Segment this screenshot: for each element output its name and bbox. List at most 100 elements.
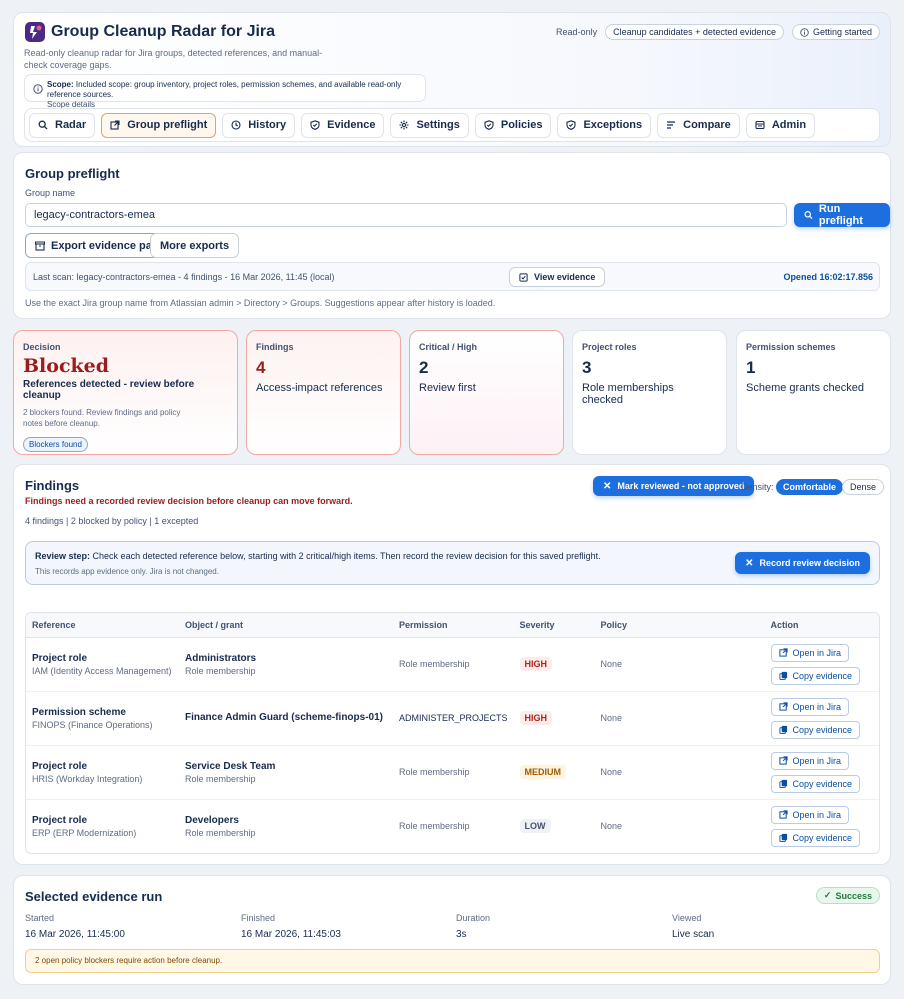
field-value: Live scan [672, 929, 715, 940]
more-exports-button[interactable]: More exports [150, 233, 240, 258]
shield-check-icon [310, 120, 320, 130]
view-evidence-label: View evidence [534, 272, 596, 282]
main-nav: Radar Group preflight History Evidence S… [24, 108, 880, 142]
success-label: Success [835, 890, 872, 901]
reference-project: ERP (ERP Modernization) [32, 827, 137, 838]
copy-evidence-button[interactable]: Copy evidence [770, 666, 861, 685]
findings-stat-value: 4 [256, 358, 266, 377]
shield-check-icon [566, 120, 576, 130]
table-row: Project role HRIS (Workday Integration) S… [26, 745, 879, 800]
critical-stat-value: 2 [419, 358, 429, 377]
copy-evidence-button[interactable]: Copy evidence [770, 774, 861, 793]
policy-cell: None [594, 745, 765, 800]
evidence-field: Finished 16 Mar 2026, 11:45:03 [241, 913, 341, 940]
object-sub: Role membership [185, 827, 256, 838]
findings-card: Findings 4 Access-impact references [246, 330, 401, 455]
roles-stat-value: 3 [582, 358, 592, 377]
mode-badge: Cleanup candidates + detected evidence [605, 24, 784, 40]
tab-compare[interactable]: Compare [657, 112, 740, 138]
header-card: Group Cleanup Radar for Jira Read-only c… [13, 12, 891, 147]
open-in-jira-button[interactable]: Open in Jira [770, 805, 850, 824]
open-in-jira-button[interactable]: Open in Jira [770, 751, 850, 770]
view-evidence-button[interactable]: View evidence [509, 267, 606, 287]
info-icon [800, 27, 809, 37]
admin-icon [755, 120, 765, 130]
tab-history[interactable]: History [222, 112, 296, 138]
object-sub: Role membership [185, 773, 256, 784]
success-badge: ✓ Success [815, 887, 880, 904]
findings-stat-label: Findings [256, 342, 294, 352]
preflight-title: Group preflight [25, 166, 120, 181]
close-icon: ✕ [745, 557, 754, 569]
field-value: 16 Mar 2026, 11:45:03 [241, 929, 341, 940]
scope-box: Scope: Included scope: group inventory, … [24, 74, 426, 109]
action-cell: Open in Jira Copy evidence [764, 745, 879, 800]
check-icon: ✓ [823, 890, 832, 900]
column-header: Reference [26, 613, 179, 638]
copy-evidence-label: Copy evidence [792, 832, 853, 843]
roles-stat-label: Project roles [582, 342, 637, 352]
reference-cell: Project role HRIS (Workday Integration) [26, 745, 179, 800]
reference-project: FINOPS (Finance Operations) [32, 719, 153, 730]
reference-project: HRIS (Workday Integration) [32, 773, 143, 784]
policy-cell: None [594, 691, 765, 746]
copy-evidence-button[interactable]: Copy evidence [770, 720, 861, 739]
field-value: 16 Mar 2026, 11:45:00 [25, 929, 125, 940]
close-icon: ✕ [603, 480, 612, 492]
open-in-jira-button[interactable]: Open in Jira [770, 643, 850, 662]
schemes-stat-value: 1 [746, 358, 756, 377]
group-name-input[interactable] [25, 203, 787, 227]
tab-settings[interactable]: Settings [390, 112, 469, 138]
run-preflight-button[interactable]: Run preflight [794, 203, 890, 227]
reference-cell: Project role IAM (Identity Access Managem… [26, 637, 179, 692]
review-step-note: This records app evidence only. Jira is … [35, 567, 219, 576]
record-review-button[interactable]: ✕ Record review decision [735, 552, 870, 574]
decision-value: Blocked [23, 355, 110, 377]
reference-type: Project role [32, 652, 88, 664]
info-icon [33, 84, 43, 94]
record-review-label: Record review decision [759, 558, 860, 568]
findings-stat-sub: Access-impact references [256, 382, 383, 394]
copy-icon [778, 834, 787, 843]
reference-cell: Permission scheme FINOPS (Finance Operati… [26, 691, 179, 746]
density-comfortable-button[interactable]: Comfortable [776, 479, 844, 495]
permission-cell: Role membership [399, 821, 470, 832]
column-header: Permission [393, 613, 514, 638]
tab-group-preflight[interactable]: Group preflight [101, 112, 217, 138]
tab-radar[interactable]: Radar [29, 112, 96, 138]
severity-cell: LOW [514, 799, 595, 853]
findings-warning: Findings need a recorded review decision… [25, 496, 353, 506]
open-in-jira-button[interactable]: Open in Jira [770, 697, 850, 716]
density-dense-button[interactable]: Dense [842, 479, 885, 495]
tab-label: Compare [683, 119, 731, 131]
evidence-field: Duration 3s [456, 913, 490, 940]
tab-label: Policies [500, 119, 543, 131]
copy-evidence-button[interactable]: Copy evidence [770, 828, 861, 847]
tab-admin[interactable]: Admin [745, 112, 816, 138]
readonly-badge: Read-only [556, 27, 598, 37]
copy-evidence-label: Copy evidence [792, 670, 853, 681]
tab-policies[interactable]: Policies [474, 112, 552, 138]
evidence-field: Viewed Live scan [672, 913, 714, 940]
app-title: Group Cleanup Radar for Jira [51, 23, 276, 40]
open-in-jira-label: Open in Jira [792, 701, 842, 712]
mark-reviewed-button[interactable]: ✕ Mark reviewed - not approved [593, 476, 755, 496]
findings-table-wrap: Reference Object / grant Permission Seve… [25, 612, 880, 854]
table-row: Project role ERP (ERP Modernization) Deve… [26, 799, 879, 853]
copy-evidence-label: Copy evidence [792, 724, 853, 735]
field-value: 3s [456, 929, 467, 940]
tab-evidence[interactable]: Evidence [301, 112, 385, 138]
group-name-label: Group name [25, 188, 76, 198]
reference-type: Project role [32, 760, 88, 772]
review-step-text: Check each detected reference below, sta… [92, 551, 601, 561]
opened-time: Opened 16:02:17.856 [783, 272, 873, 282]
severity-cell: HIGH [513, 637, 595, 692]
column-header: Severity [513, 613, 595, 638]
action-cell: Open in Jira Copy evidence [764, 691, 879, 746]
getting-started-button[interactable]: Getting started [791, 24, 880, 40]
tab-exceptions[interactable]: Exceptions [557, 112, 652, 138]
shield-check-icon [484, 120, 494, 130]
review-step-label: Review step: [35, 551, 91, 561]
object-name: Service Desk Team [185, 760, 276, 772]
tab-label: Settings [416, 119, 460, 131]
